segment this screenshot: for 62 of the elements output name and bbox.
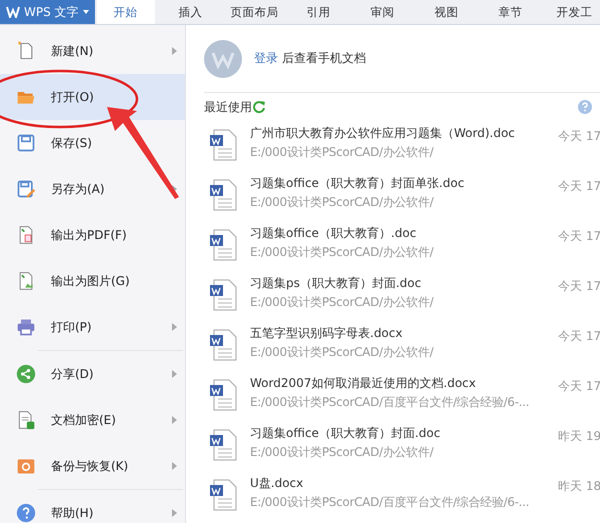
save-as-icon [16,179,36,199]
file-path: E:/000设计类PScorCAD/办公软件/ [250,344,434,361]
word-document-icon [210,179,238,211]
menu-item[interactable]: 输出为PDF(F) [0,212,185,258]
word-document-icon [210,379,238,411]
login-message: 登录 后查看手机文档 [254,50,366,67]
file-time: 今天 17 [558,128,600,145]
file-name[interactable]: 习题集office（职大教育）封面.doc [250,425,558,442]
save-icon [16,133,36,153]
word-document-icon [210,229,238,261]
file-path: E:/000设计类PScorCAD/百度平台文件/综合经验/6-... [250,394,530,411]
login-link[interactable]: 登录 [254,51,278,65]
printer-icon [16,317,36,337]
file-time: 今天 17 [558,328,600,345]
w-logo-icon [6,6,20,18]
file-name[interactable]: 习题集ps（职大教育）封面.doc [250,275,558,292]
file-time: 今天 17 [558,378,600,395]
ribbon-tab[interactable]: 开始 [96,0,155,24]
word-document-icon [210,129,238,161]
menu-item[interactable]: 输出为图片(G) [0,258,185,304]
file-time: 今天 17 [558,178,600,195]
ribbon-tab[interactable]: 章节 [478,0,543,24]
file-time: 今天 17 [558,278,600,295]
word-document-icon [210,329,238,361]
menu-item[interactable]: 打印(P) [0,304,185,350]
word-document-icon [210,429,238,461]
menu-item[interactable]: 文档加密(E) [0,397,185,443]
app-menu-button[interactable]: WPS 文字 [0,0,95,24]
menu-item[interactable]: 备份与恢复(K) [0,443,185,489]
file-name[interactable]: Word2007如何取消最近使用的文档.docx [250,375,558,392]
help-icon[interactable] [578,100,592,114]
menu-item[interactable]: 新建(N) [0,28,185,74]
file-path: E:/000设计类PScorCAD/办公软件/ [250,444,434,461]
file-name[interactable]: 习题集office（职大教育）封面单张.doc [250,175,558,192]
file-time: 昨天 18 [558,478,600,495]
file-path: E:/000设计类PScorCAD/办公软件/ [250,244,434,261]
file-time: 昨天 19 [558,428,600,445]
file-name[interactable]: U盘.docx [250,475,558,492]
file-path: E:/000设计类PScorCAD/办公软件/ [250,294,434,311]
caret-icon [82,10,89,14]
file-path: E:/000设计类PScorCAD/办公软件/ [250,194,434,211]
refresh-icon[interactable] [252,100,266,114]
ribbon-tab[interactable]: 审阅 [350,0,415,24]
menu-item[interactable]: 帮助(H) [0,490,185,523]
ribbon-tab[interactable]: 插入 [158,0,223,24]
file-path: E:/000设计类PScorCAD/百度平台文件/综合经验/6-... [250,494,530,511]
word-document-icon [210,279,238,311]
ribbon-tab[interactable]: 开发工 [542,0,600,24]
file-time: 今天 17 [558,228,600,245]
file-name[interactable]: 广州市职大教育办公软件应用习题集（Word).doc [250,125,558,142]
ribbon-tab[interactable]: 视图 [414,0,479,24]
menu-item[interactable]: 分享(D) [0,351,185,397]
recent-heading: 最近使用 [204,98,252,116]
avatar-icon [204,40,242,78]
ribbon-tab[interactable]: 页面布局 [222,0,287,24]
file-name[interactable]: 习题集office（职大教育）.doc [250,225,558,242]
locked-document-icon [16,410,36,430]
ribbon-tab[interactable]: 引用 [286,0,351,24]
word-document-icon [210,479,238,511]
share-icon [16,364,36,384]
file-path: E:/000设计类PScorCAD/办公软件/ [250,144,434,161]
file-name[interactable]: 五笔字型识别码字母表.docx [250,325,558,342]
